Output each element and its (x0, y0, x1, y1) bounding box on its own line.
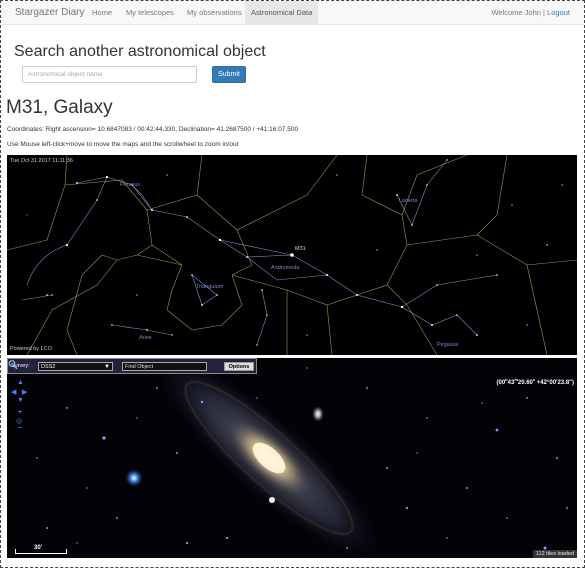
pan-down-icon[interactable]: ▼ (17, 397, 24, 404)
survey-toolbar: Survey: DSS2 ▼ Find Object Options (7, 358, 257, 374)
pan-right-icon[interactable]: ▶ (22, 388, 27, 396)
zoom-out-icon[interactable]: − (18, 425, 22, 432)
object-title: M31, Galaxy (6, 97, 113, 118)
zoom-in-icon[interactable]: + (18, 409, 22, 416)
brand[interactable]: Stargazer Diary (15, 7, 84, 18)
welcome-label: Welcome John | (491, 8, 545, 17)
survey-select-value: DSS2 (41, 364, 56, 370)
sky-chart-canvas (7, 155, 577, 355)
tiles-loaded-status: 112 tiles loaded (532, 550, 577, 558)
constellation-label-andromeda: Andromeda (271, 265, 300, 271)
search-icon[interactable] (8, 359, 18, 370)
options-button[interactable]: Options (224, 362, 254, 371)
powered-by-label: Powered by LCO (10, 346, 52, 352)
zoom-reset-icon[interactable]: ◎ (16, 417, 22, 425)
cursor-coordinate-readout: (00h43m20.60s +42°00'23.8") (496, 377, 574, 386)
submit-button[interactable]: Submit (212, 66, 246, 83)
map-instructions: Use Mouse left-click+move to move the ma… (7, 141, 239, 148)
constellation-label-triangulum: Triangulum (196, 284, 224, 290)
welcome-text: Welcome John | Logout (491, 8, 570, 17)
survey-select[interactable]: DSS2 ▼ (38, 362, 113, 371)
scale-label: 30' (34, 545, 43, 551)
nav-astronomical-data[interactable]: Astronomical Data (245, 1, 319, 24)
nav-my-telescopes[interactable]: My telescopes (120, 1, 180, 24)
nav-home[interactable]: Home (86, 1, 118, 24)
object-marker-label: M31 (295, 246, 306, 252)
sky-chart-date: Tue Oct 31 2017 11:11:36 (10, 158, 73, 164)
dropdown-arrow-icon: ▼ (104, 364, 110, 370)
nav-my-observations[interactable]: My observations (181, 1, 248, 24)
constellation-label-lacerta: Lacerta (399, 198, 418, 204)
search-title: Search another astronomical object (14, 43, 266, 60)
survey-image (36, 358, 568, 558)
navbar: Stargazer Diary Home My telescopes My ob… (1, 1, 584, 25)
pan-left-icon[interactable]: ◀ (11, 388, 16, 396)
object-search-input[interactable] (22, 66, 197, 83)
constellation-label-aries: Aries (139, 335, 152, 341)
find-object-input[interactable]: Find Object (122, 362, 207, 371)
logout-link[interactable]: Logout (547, 8, 570, 17)
sky-chart-map[interactable]: Tue Oct 31 2017 11:11:36 Perseus Lacerta… (7, 155, 577, 355)
constellation-label-perseus: Perseus (120, 182, 141, 188)
pan-up-icon[interactable]: ▲ (17, 379, 24, 386)
constellation-label-pegasus: Pegasus (437, 342, 459, 348)
survey-image-viewer[interactable]: Survey: DSS2 ▼ Find Object Options ▲ ◀ ▶… (7, 358, 577, 558)
object-coordinates: Coordinates: Right ascension= 10.6847083… (7, 126, 299, 133)
